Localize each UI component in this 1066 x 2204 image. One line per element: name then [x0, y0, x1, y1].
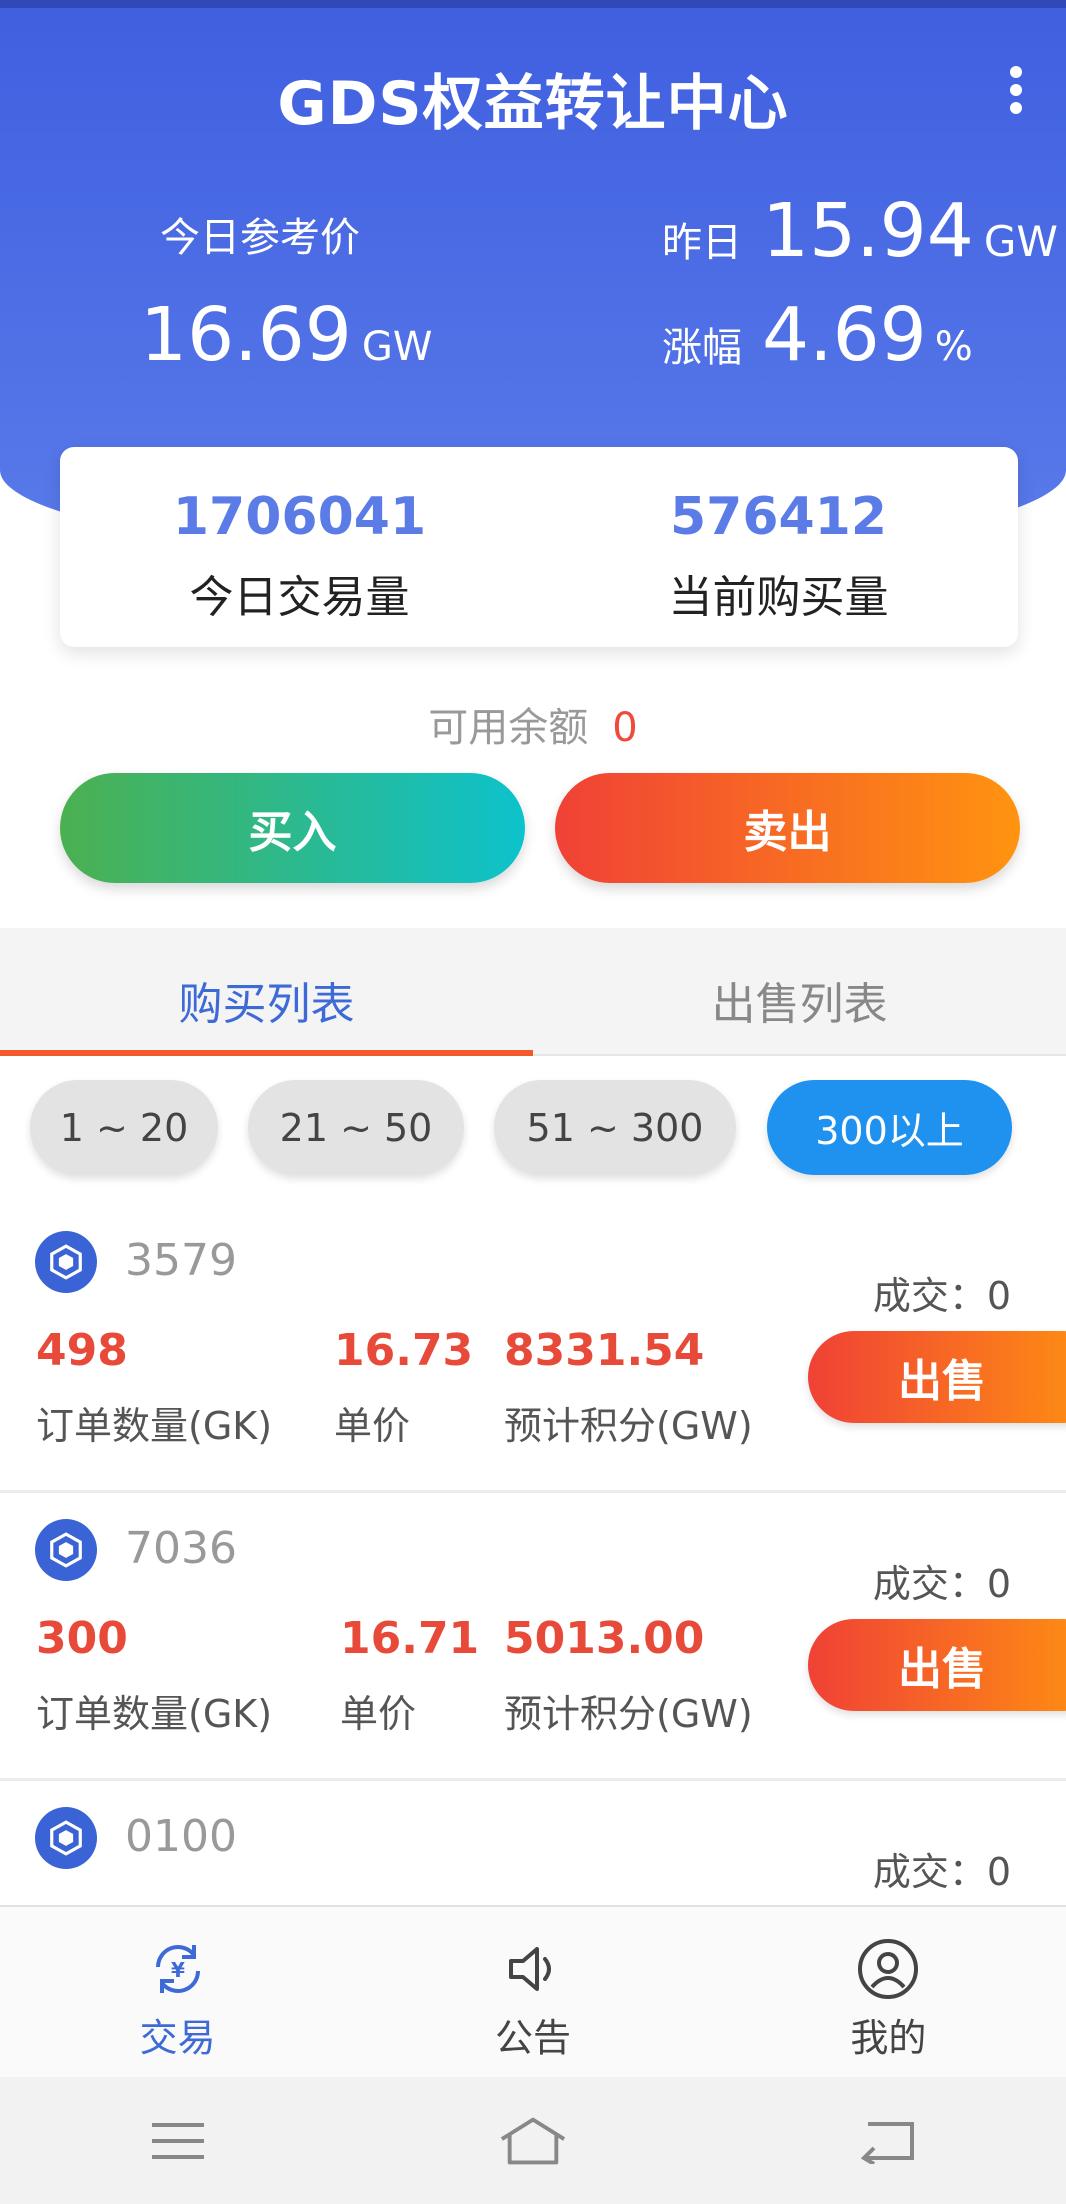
order-id: 0100	[125, 1811, 237, 1862]
filter-chip-21-50[interactable]: 21 ~ 50	[248, 1080, 464, 1175]
cube-logo-icon	[35, 1519, 97, 1581]
order-points-label: 预计积分(GW)	[504, 1692, 753, 1736]
speaker-icon	[508, 1947, 551, 1991]
order-row: 0100 成交：0	[0, 1781, 1066, 1905]
nav-label-trade: 交易	[139, 2016, 216, 2060]
order-price-label: 单价	[334, 1404, 411, 1448]
system-menu-button[interactable]	[143, 2106, 213, 2176]
ref-price-unit: GW	[361, 324, 433, 370]
stats-card: 1706041 今日交易量 576412 当前购买量	[60, 447, 1018, 647]
order-deal: 成交：0	[872, 1562, 1011, 1606]
order-quantity: 498	[36, 1325, 128, 1376]
filter-chip-51-300[interactable]: 51 ~ 300	[494, 1080, 736, 1175]
more-menu-button[interactable]	[996, 60, 1036, 120]
order-points-label: 预计积分(GW)	[504, 1404, 753, 1448]
order-price: 16.73	[334, 1325, 474, 1376]
order-deal: 成交：0	[872, 1850, 1011, 1894]
filter-chip-1-20[interactable]: 1 ~ 20	[30, 1080, 218, 1175]
yesterday-price: 15.94 GW	[762, 188, 1058, 274]
balance-label: 可用余额	[428, 705, 589, 751]
yuan-exchange-icon: ¥	[155, 1945, 200, 1993]
svg-text:¥: ¥	[171, 1958, 185, 1982]
yesterday-unit: GW	[983, 217, 1058, 266]
order-list: 3579 成交：0 498 16.73 8331.54 订单数量(GK) 单价 …	[0, 1205, 1066, 1905]
ref-price: 16.69 GW	[140, 292, 432, 378]
user-icon	[858, 1939, 919, 1999]
buy-amount-label: 当前购买量	[668, 572, 889, 623]
buy-button[interactable]: 买入	[60, 773, 525, 883]
volume-value: 1706041	[172, 487, 427, 547]
dot-icon	[1010, 84, 1022, 96]
change-unit: %	[934, 324, 973, 370]
status-strip	[0, 0, 1066, 8]
buy-amount-value: 576412	[669, 487, 888, 547]
nav-item-trade[interactable]: ¥ 交易	[0, 1907, 355, 2077]
range-filters: 1 ~ 20 21 ~ 50 51 ~ 300 300以上	[0, 1080, 1066, 1175]
system-back-button[interactable]	[853, 2106, 923, 2176]
order-points: 8331.54	[504, 1325, 705, 1376]
tab-buy-list[interactable]: 购买列表	[0, 928, 533, 1056]
nav-item-mine[interactable]: 我的	[711, 1907, 1066, 2077]
filter-chip-300-plus[interactable]: 300以上	[767, 1080, 1012, 1175]
list-tabs: 购买列表 出售列表	[0, 928, 1066, 1056]
order-sell-button[interactable]: 出售	[808, 1331, 1066, 1423]
yesterday-value: 15.94	[762, 188, 974, 274]
order-deal: 成交：0	[872, 1274, 1011, 1318]
sell-button[interactable]: 卖出	[555, 773, 1020, 883]
order-sell-button[interactable]: 出售	[808, 1619, 1066, 1711]
order-quantity: 300	[36, 1613, 128, 1664]
order-points: 5013.00	[504, 1613, 705, 1664]
change-label: 涨幅	[662, 325, 742, 371]
order-row: 3579 成交：0 498 16.73 8331.54 订单数量(GK) 单价 …	[0, 1205, 1066, 1493]
order-quantity-label: 订单数量(GK)	[36, 1692, 273, 1736]
nav-label-notice: 公告	[494, 2016, 571, 2060]
nav-label-mine: 我的	[850, 2016, 927, 2060]
cube-logo-icon	[35, 1231, 97, 1293]
change: 4.69%	[762, 292, 973, 378]
change-value: 4.69	[762, 292, 927, 378]
back-icon	[861, 2121, 915, 2164]
dot-icon	[1010, 102, 1022, 114]
order-id: 3579	[125, 1235, 237, 1286]
balance-value: 0	[612, 705, 638, 751]
stat-volume: 1706041 今日交易量	[60, 447, 539, 647]
order-id: 7036	[125, 1523, 237, 1574]
nav-item-notice[interactable]: 公告	[355, 1907, 710, 2077]
bottom-nav: ¥ 交易 公告 我的	[0, 1905, 1066, 2077]
system-nav-bar	[0, 2077, 1066, 2204]
page-title: GDS权益转让中心	[277, 69, 789, 139]
ref-price-label: 今日参考价	[160, 215, 360, 261]
home-icon	[500, 2117, 566, 2164]
balance: 可用余额 0	[0, 695, 1066, 753]
cube-logo-icon	[35, 1807, 97, 1869]
yesterday-label: 昨日	[662, 220, 742, 266]
hamburger-icon	[151, 2122, 204, 2159]
volume-label: 今日交易量	[189, 572, 410, 623]
system-home-button[interactable]	[498, 2106, 568, 2176]
dot-icon	[1010, 66, 1022, 78]
stat-buy-amount: 576412 当前购买量	[539, 447, 1018, 647]
order-price-label: 单价	[340, 1692, 417, 1736]
order-quantity-label: 订单数量(GK)	[36, 1404, 273, 1448]
tab-sell-list[interactable]: 出售列表	[533, 928, 1066, 1054]
ref-price-value: 16.69	[140, 292, 352, 378]
order-row: 7036 成交：0 300 16.71 5013.00 订单数量(GK) 单价 …	[0, 1493, 1066, 1781]
order-price: 16.71	[340, 1613, 480, 1664]
